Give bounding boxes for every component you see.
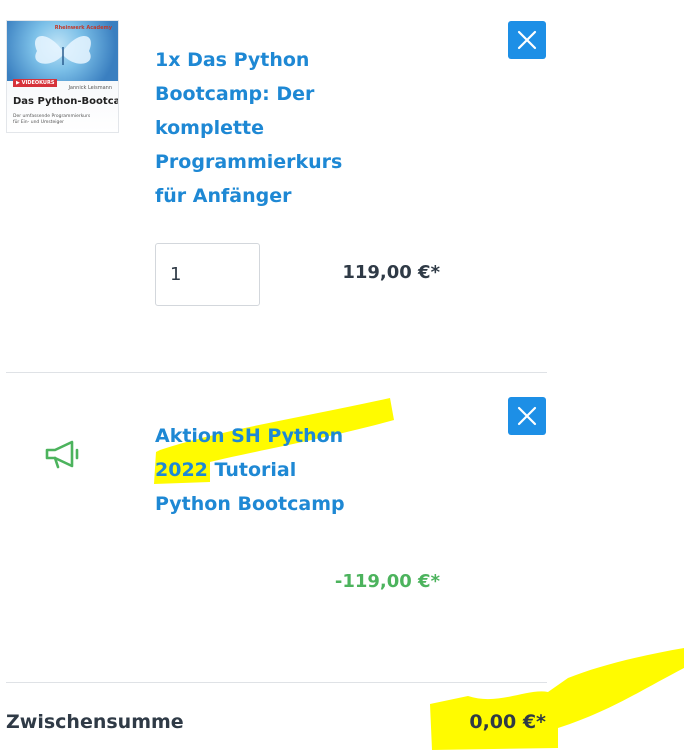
product-title-line: komplette (155, 117, 265, 139)
remove-product-button[interactable] (508, 21, 546, 59)
thumbnail-badge: ▶ VIDEOKURS (13, 79, 58, 87)
close-icon (517, 406, 537, 426)
subtotal-value: 0,00 €* (469, 711, 546, 733)
promotion-title-line: Python Bootcamp (155, 493, 345, 515)
thumbnail-subtitle: Der umfassende Programmierkurs für Ein- … (13, 114, 91, 125)
thumbnail-publisher: Rheinwerk Academy (54, 25, 112, 31)
product-title-line: für Anfänger (155, 185, 292, 207)
thumbnail-title: Das Python-Bootcamp (13, 96, 118, 107)
product-title-link[interactable]: 1x Das Python Bootcamp: Der komplette Pr… (155, 43, 355, 213)
promotion-title-line: Aktion SH Python (155, 425, 344, 447)
megaphone-icon (44, 438, 82, 474)
product-title-line: Programmierkurs (155, 151, 343, 173)
promotion-title-link[interactable]: Aktion SH Python 2022 Tutorial Python Bo… (155, 419, 385, 521)
product-thumbnail[interactable]: Rheinwerk Academy ▶ VIDEOKURS Jannick Le… (6, 20, 119, 133)
quantity-input[interactable] (155, 243, 260, 306)
product-title-line: Bootcamp: Der (155, 83, 315, 105)
subtotal-label: Zwischensumme (6, 711, 184, 733)
close-icon (517, 30, 537, 50)
divider (6, 372, 547, 373)
product-price: 119,00 €* (342, 262, 440, 283)
product-title-line: 1x Das Python (155, 49, 310, 71)
highlight-marker-stroke (430, 648, 684, 750)
promotion-title-line: Tutorial (207, 459, 297, 481)
promotion-discount: -119,00 €* (334, 571, 440, 592)
thumbnail-author: Jannick Leismann (68, 85, 112, 91)
promotion-title-highlight: 2022 (155, 459, 208, 481)
remove-promotion-button[interactable] (508, 397, 546, 435)
